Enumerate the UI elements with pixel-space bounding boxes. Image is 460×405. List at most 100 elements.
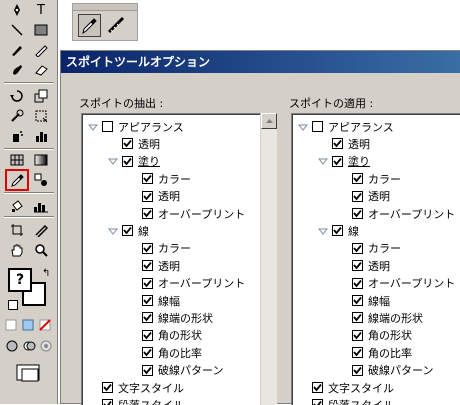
apply-row[interactable]: 透明	[338, 188, 390, 205]
swap-colors-icon[interactable]: ↰	[42, 268, 50, 279]
pick-up-row[interactable]: カラー	[128, 240, 191, 257]
option-checkbox[interactable]	[142, 364, 153, 376]
gradient-tool-icon[interactable]	[30, 150, 52, 170]
option-checkbox[interactable]	[142, 347, 153, 359]
expand-triangle-icon[interactable]	[107, 156, 119, 166]
option-checkbox[interactable]	[352, 260, 363, 272]
slice-tool-icon[interactable]	[30, 220, 52, 240]
pencil-tool-icon[interactable]	[30, 40, 52, 60]
option-checkbox[interactable]	[102, 399, 113, 405]
option-checkbox[interactable]	[142, 260, 153, 272]
option-checkbox[interactable]	[102, 382, 113, 393]
pick-up-row[interactable]: 文字スタイル	[88, 379, 184, 396]
apply-row[interactable]: アピアランス	[297, 118, 394, 135]
dialog-title[interactable]: スポイトツールオプション	[61, 51, 460, 73]
option-checkbox[interactable]	[122, 225, 133, 237]
apply-row[interactable]: オーバープリント	[338, 275, 455, 292]
pick-up-row[interactable]: 透明	[128, 257, 180, 274]
apply-row[interactable]: カラー	[338, 240, 401, 257]
expand-triangle-icon[interactable]	[87, 122, 99, 132]
gradient-mode-icon[interactable]	[21, 318, 35, 332]
option-checkbox[interactable]	[352, 329, 363, 341]
measure-flyout-icon[interactable]	[105, 14, 128, 37]
pick-up-row[interactable]: オーバープリント	[128, 205, 245, 222]
blend-tool-icon[interactable]	[30, 170, 52, 190]
pick-up-row[interactable]: オーバープリント	[128, 275, 245, 292]
mesh-tool-icon[interactable]	[6, 150, 28, 170]
column-graph-tool-icon[interactable]	[30, 126, 52, 146]
pick-up-row[interactable]: カラー	[128, 170, 191, 187]
hand-tool-icon[interactable]	[6, 240, 28, 260]
pick-up-row[interactable]: アピアランス	[87, 118, 184, 135]
pick-up-row[interactable]: 塗り	[107, 153, 160, 170]
apply-row[interactable]: 破線パターン	[338, 362, 433, 379]
live-paint-bucket-tool-icon[interactable]	[6, 196, 28, 216]
eraser-tool-icon[interactable]	[30, 60, 52, 80]
option-checkbox[interactable]	[312, 121, 323, 132]
pick-up-row[interactable]: 線端の形状	[128, 309, 213, 326]
screen-mode-icon[interactable]	[14, 362, 44, 384]
text-tool-icon[interactable]: T	[30, 0, 52, 20]
option-checkbox[interactable]	[142, 242, 153, 254]
blob-brush-tool-icon[interactable]	[6, 60, 28, 80]
rectangle-tool-icon[interactable]	[30, 20, 52, 40]
option-checkbox[interactable]	[142, 329, 153, 341]
option-checkbox[interactable]	[312, 399, 323, 405]
draw-inside-icon[interactable]	[38, 338, 54, 354]
option-checkbox[interactable]	[352, 242, 363, 254]
apply-row[interactable]: 角の形状	[338, 327, 412, 344]
option-checkbox[interactable]	[142, 277, 153, 289]
option-checkbox[interactable]	[332, 155, 343, 167]
apply-row[interactable]: 透明	[318, 135, 370, 152]
option-checkbox[interactable]	[122, 138, 133, 150]
expand-triangle-icon[interactable]	[297, 122, 309, 132]
option-checkbox[interactable]	[352, 277, 363, 289]
graph-tool-icon[interactable]	[30, 196, 52, 216]
option-checkbox[interactable]	[352, 347, 363, 359]
option-checkbox[interactable]	[352, 312, 363, 324]
eyedropper-flyout-icon[interactable]	[78, 14, 101, 37]
artboard-tool-icon[interactable]	[6, 220, 28, 240]
option-checkbox[interactable]	[142, 173, 153, 185]
line-tool-icon[interactable]	[6, 20, 28, 40]
pick-up-row[interactable]: 角の比率	[128, 344, 202, 361]
pick-up-list[interactable]: アピアランス 透明 塗り カラー 透明 オーバープリント線カラー 透明 オーバープリント 線幅線…	[81, 113, 261, 405]
option-checkbox[interactable]	[352, 364, 363, 376]
option-checkbox[interactable]	[122, 155, 133, 167]
apply-row[interactable]: 文字スタイル	[298, 379, 394, 396]
pick-up-row[interactable]: 透明	[128, 188, 180, 205]
option-checkbox[interactable]	[352, 208, 363, 219]
flyout-grip[interactable]	[73, 4, 137, 11]
option-checkbox[interactable]	[142, 295, 153, 306]
apply-row[interactable]: カラー	[338, 170, 401, 187]
apply-row[interactable]: 角の比率	[338, 344, 412, 361]
scroll-up-button[interactable]	[261, 113, 277, 129]
fill-swatch[interactable]: ?	[8, 268, 32, 292]
pick-up-row[interactable]: 破線パターン	[128, 362, 223, 379]
apply-row[interactable]: オーバープリント	[338, 205, 455, 222]
option-checkbox[interactable]	[352, 173, 363, 185]
free-transform-tool-icon[interactable]	[30, 106, 52, 126]
option-checkbox[interactable]	[312, 382, 323, 393]
pick-up-scrollbar[interactable]	[261, 113, 277, 405]
apply-row[interactable]: 線幅	[338, 292, 390, 309]
option-checkbox[interactable]	[142, 190, 153, 202]
pick-up-row[interactable]: 角の形状	[128, 327, 202, 344]
pick-up-row[interactable]: 線幅	[128, 292, 180, 309]
expand-triangle-icon[interactable]	[107, 226, 119, 236]
apply-list[interactable]: アピアランス 透明 塗り カラー 透明 オーバープリント線カラー 透明 オーバープリント 線幅線…	[291, 113, 460, 405]
zoom-tool-icon[interactable]	[30, 240, 52, 260]
apply-row[interactable]: 透明	[338, 257, 390, 274]
option-checkbox[interactable]	[142, 312, 153, 324]
option-checkbox[interactable]	[352, 190, 363, 202]
pick-up-row[interactable]: 透明	[108, 135, 160, 152]
option-checkbox[interactable]	[332, 225, 343, 237]
apply-row[interactable]: 塗り	[317, 153, 370, 170]
option-checkbox[interactable]	[352, 295, 363, 306]
draw-behind-icon[interactable]	[21, 338, 37, 354]
scale-tool-icon[interactable]	[30, 86, 52, 106]
apply-row[interactable]: 線	[317, 222, 359, 239]
rotate-tool-icon[interactable]	[6, 86, 28, 106]
draw-normal-icon[interactable]	[4, 338, 20, 354]
default-colors-icon[interactable]	[8, 300, 18, 310]
